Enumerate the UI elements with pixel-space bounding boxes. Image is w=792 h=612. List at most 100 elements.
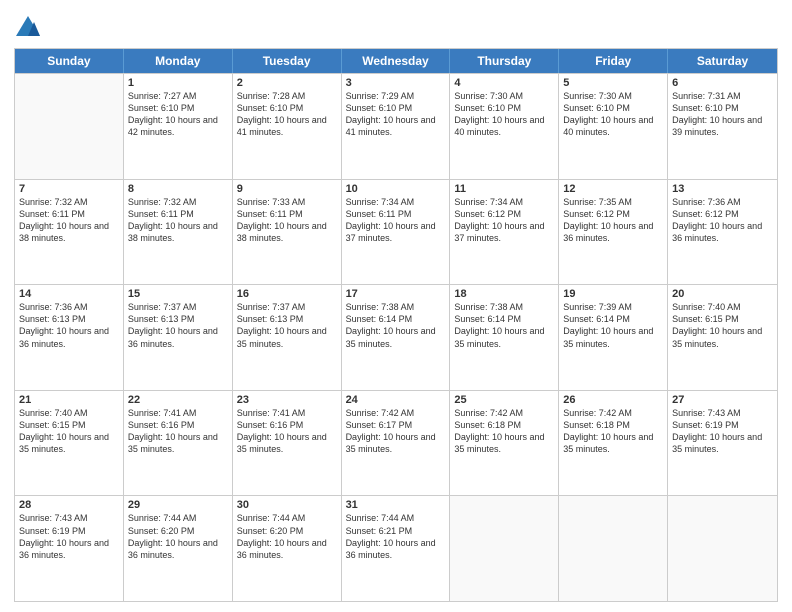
day-number: 22: [128, 394, 228, 406]
day-number: 18: [454, 288, 554, 300]
calendar-cell: [450, 496, 559, 601]
day-info: Sunrise: 7:36 AM Sunset: 6:13 PM Dayligh…: [19, 301, 119, 350]
day-info: Sunrise: 7:32 AM Sunset: 6:11 PM Dayligh…: [19, 196, 119, 245]
calendar-cell: 23Sunrise: 7:41 AM Sunset: 6:16 PM Dayli…: [233, 391, 342, 496]
day-info: Sunrise: 7:30 AM Sunset: 6:10 PM Dayligh…: [563, 90, 663, 139]
calendar-cell: 15Sunrise: 7:37 AM Sunset: 6:13 PM Dayli…: [124, 285, 233, 390]
calendar-cell: 16Sunrise: 7:37 AM Sunset: 6:13 PM Dayli…: [233, 285, 342, 390]
day-info: Sunrise: 7:37 AM Sunset: 6:13 PM Dayligh…: [128, 301, 228, 350]
calendar-cell: 20Sunrise: 7:40 AM Sunset: 6:15 PM Dayli…: [668, 285, 777, 390]
calendar-cell: 29Sunrise: 7:44 AM Sunset: 6:20 PM Dayli…: [124, 496, 233, 601]
calendar-cell: 8Sunrise: 7:32 AM Sunset: 6:11 PM Daylig…: [124, 180, 233, 285]
calendar-cell: 30Sunrise: 7:44 AM Sunset: 6:20 PM Dayli…: [233, 496, 342, 601]
day-number: 6: [672, 77, 773, 89]
day-number: 13: [672, 183, 773, 195]
header-cell-wednesday: Wednesday: [342, 49, 451, 73]
page: SundayMondayTuesdayWednesdayThursdayFrid…: [0, 0, 792, 612]
day-number: 29: [128, 499, 228, 511]
day-number: 4: [454, 77, 554, 89]
calendar-cell: 6Sunrise: 7:31 AM Sunset: 6:10 PM Daylig…: [668, 74, 777, 179]
header-cell-friday: Friday: [559, 49, 668, 73]
calendar-cell: 5Sunrise: 7:30 AM Sunset: 6:10 PM Daylig…: [559, 74, 668, 179]
calendar-cell: 31Sunrise: 7:44 AM Sunset: 6:21 PM Dayli…: [342, 496, 451, 601]
calendar-cell: 10Sunrise: 7:34 AM Sunset: 6:11 PM Dayli…: [342, 180, 451, 285]
day-number: 14: [19, 288, 119, 300]
calendar-cell: 28Sunrise: 7:43 AM Sunset: 6:19 PM Dayli…: [15, 496, 124, 601]
calendar-cell: 17Sunrise: 7:38 AM Sunset: 6:14 PM Dayli…: [342, 285, 451, 390]
day-info: Sunrise: 7:28 AM Sunset: 6:10 PM Dayligh…: [237, 90, 337, 139]
header-cell-thursday: Thursday: [450, 49, 559, 73]
day-info: Sunrise: 7:30 AM Sunset: 6:10 PM Dayligh…: [454, 90, 554, 139]
header: [14, 10, 778, 42]
calendar-cell: 14Sunrise: 7:36 AM Sunset: 6:13 PM Dayli…: [15, 285, 124, 390]
calendar-cell: 18Sunrise: 7:38 AM Sunset: 6:14 PM Dayli…: [450, 285, 559, 390]
day-info: Sunrise: 7:37 AM Sunset: 6:13 PM Dayligh…: [237, 301, 337, 350]
day-number: 15: [128, 288, 228, 300]
calendar-body: 1Sunrise: 7:27 AM Sunset: 6:10 PM Daylig…: [15, 73, 777, 601]
header-cell-tuesday: Tuesday: [233, 49, 342, 73]
calendar-week-5: 28Sunrise: 7:43 AM Sunset: 6:19 PM Dayli…: [15, 495, 777, 601]
calendar-cell: 24Sunrise: 7:42 AM Sunset: 6:17 PM Dayli…: [342, 391, 451, 496]
calendar-cell: 27Sunrise: 7:43 AM Sunset: 6:19 PM Dayli…: [668, 391, 777, 496]
day-info: Sunrise: 7:42 AM Sunset: 6:17 PM Dayligh…: [346, 407, 446, 456]
day-info: Sunrise: 7:32 AM Sunset: 6:11 PM Dayligh…: [128, 196, 228, 245]
calendar-cell: 12Sunrise: 7:35 AM Sunset: 6:12 PM Dayli…: [559, 180, 668, 285]
logo: [14, 14, 44, 42]
header-cell-monday: Monday: [124, 49, 233, 73]
day-info: Sunrise: 7:43 AM Sunset: 6:19 PM Dayligh…: [672, 407, 773, 456]
day-info: Sunrise: 7:40 AM Sunset: 6:15 PM Dayligh…: [672, 301, 773, 350]
calendar-week-3: 14Sunrise: 7:36 AM Sunset: 6:13 PM Dayli…: [15, 284, 777, 390]
day-number: 11: [454, 183, 554, 195]
logo-icon: [14, 14, 42, 42]
day-info: Sunrise: 7:44 AM Sunset: 6:20 PM Dayligh…: [237, 512, 337, 561]
calendar-header-row: SundayMondayTuesdayWednesdayThursdayFrid…: [15, 49, 777, 73]
calendar-cell: 1Sunrise: 7:27 AM Sunset: 6:10 PM Daylig…: [124, 74, 233, 179]
calendar-week-1: 1Sunrise: 7:27 AM Sunset: 6:10 PM Daylig…: [15, 73, 777, 179]
day-info: Sunrise: 7:41 AM Sunset: 6:16 PM Dayligh…: [128, 407, 228, 456]
day-number: 23: [237, 394, 337, 406]
day-info: Sunrise: 7:40 AM Sunset: 6:15 PM Dayligh…: [19, 407, 119, 456]
day-info: Sunrise: 7:27 AM Sunset: 6:10 PM Dayligh…: [128, 90, 228, 139]
day-number: 10: [346, 183, 446, 195]
day-number: 16: [237, 288, 337, 300]
day-info: Sunrise: 7:42 AM Sunset: 6:18 PM Dayligh…: [563, 407, 663, 456]
calendar-cell: 2Sunrise: 7:28 AM Sunset: 6:10 PM Daylig…: [233, 74, 342, 179]
calendar-cell: 22Sunrise: 7:41 AM Sunset: 6:16 PM Dayli…: [124, 391, 233, 496]
calendar-cell: [559, 496, 668, 601]
day-number: 17: [346, 288, 446, 300]
day-info: Sunrise: 7:41 AM Sunset: 6:16 PM Dayligh…: [237, 407, 337, 456]
calendar-cell: 25Sunrise: 7:42 AM Sunset: 6:18 PM Dayli…: [450, 391, 559, 496]
day-number: 3: [346, 77, 446, 89]
day-number: 7: [19, 183, 119, 195]
day-info: Sunrise: 7:33 AM Sunset: 6:11 PM Dayligh…: [237, 196, 337, 245]
day-number: 19: [563, 288, 663, 300]
day-number: 5: [563, 77, 663, 89]
day-number: 25: [454, 394, 554, 406]
calendar-week-2: 7Sunrise: 7:32 AM Sunset: 6:11 PM Daylig…: [15, 179, 777, 285]
day-number: 21: [19, 394, 119, 406]
day-number: 24: [346, 394, 446, 406]
day-number: 27: [672, 394, 773, 406]
day-info: Sunrise: 7:39 AM Sunset: 6:14 PM Dayligh…: [563, 301, 663, 350]
day-number: 2: [237, 77, 337, 89]
header-cell-saturday: Saturday: [668, 49, 777, 73]
calendar-cell: [668, 496, 777, 601]
calendar-cell: 4Sunrise: 7:30 AM Sunset: 6:10 PM Daylig…: [450, 74, 559, 179]
calendar-week-4: 21Sunrise: 7:40 AM Sunset: 6:15 PM Dayli…: [15, 390, 777, 496]
day-info: Sunrise: 7:36 AM Sunset: 6:12 PM Dayligh…: [672, 196, 773, 245]
calendar-cell: 7Sunrise: 7:32 AM Sunset: 6:11 PM Daylig…: [15, 180, 124, 285]
day-info: Sunrise: 7:38 AM Sunset: 6:14 PM Dayligh…: [346, 301, 446, 350]
day-info: Sunrise: 7:38 AM Sunset: 6:14 PM Dayligh…: [454, 301, 554, 350]
calendar-cell: [15, 74, 124, 179]
calendar-cell: 9Sunrise: 7:33 AM Sunset: 6:11 PM Daylig…: [233, 180, 342, 285]
day-number: 12: [563, 183, 663, 195]
calendar: SundayMondayTuesdayWednesdayThursdayFrid…: [14, 48, 778, 602]
calendar-cell: 26Sunrise: 7:42 AM Sunset: 6:18 PM Dayli…: [559, 391, 668, 496]
day-number: 8: [128, 183, 228, 195]
calendar-cell: 13Sunrise: 7:36 AM Sunset: 6:12 PM Dayli…: [668, 180, 777, 285]
calendar-cell: 21Sunrise: 7:40 AM Sunset: 6:15 PM Dayli…: [15, 391, 124, 496]
day-info: Sunrise: 7:31 AM Sunset: 6:10 PM Dayligh…: [672, 90, 773, 139]
day-info: Sunrise: 7:34 AM Sunset: 6:12 PM Dayligh…: [454, 196, 554, 245]
day-number: 9: [237, 183, 337, 195]
day-number: 28: [19, 499, 119, 511]
